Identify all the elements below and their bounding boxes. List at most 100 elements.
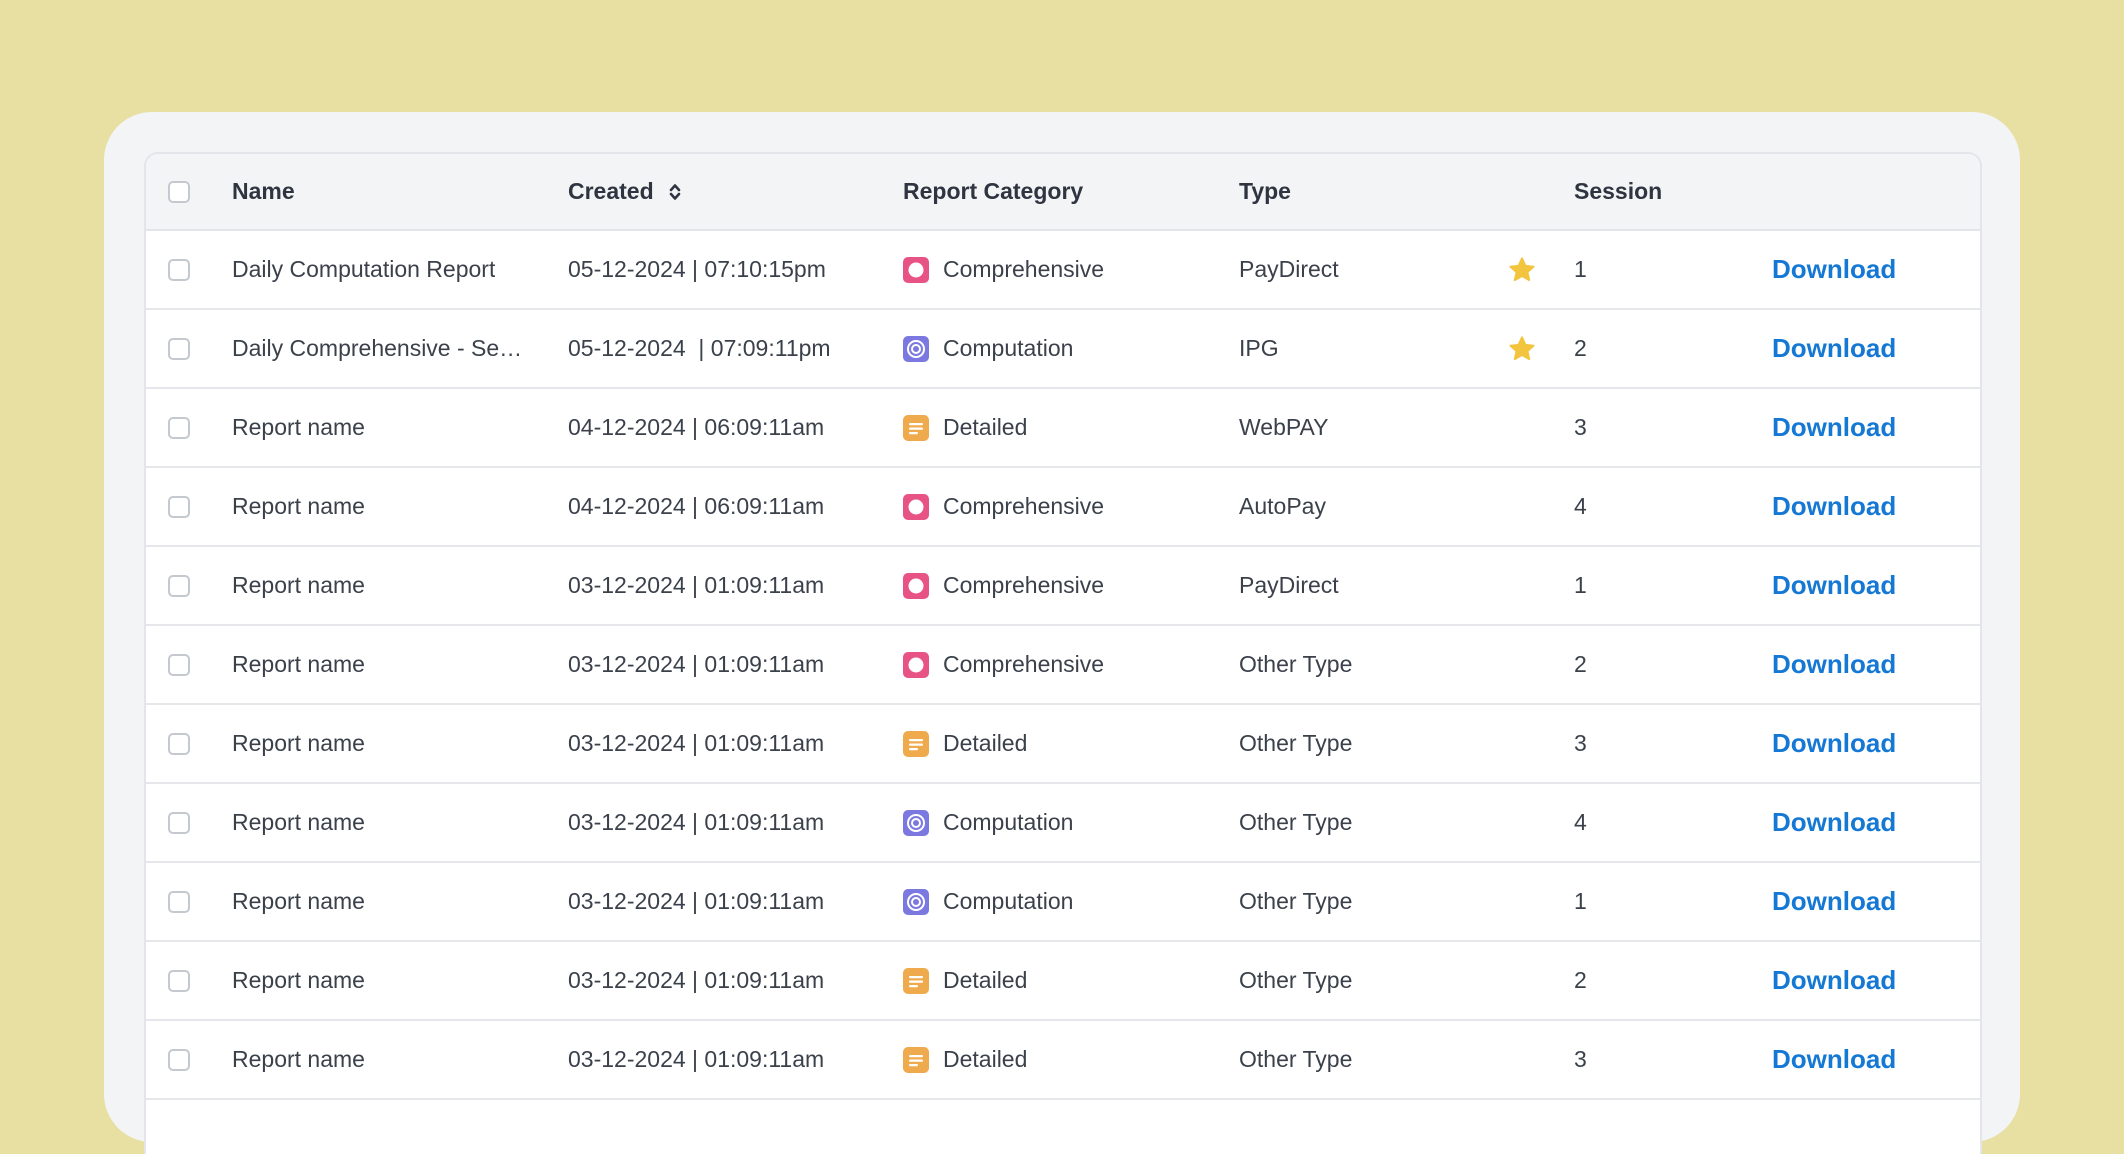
row-checkbox[interactable] (168, 258, 190, 281)
type-label: PayDirect (1239, 572, 1339, 598)
report-name: Daily Computation Report (232, 256, 496, 282)
column-header-name[interactable]: Name (232, 154, 532, 229)
type-cell: Other Type (1239, 626, 1499, 703)
download-link[interactable]: Download (1772, 886, 1896, 917)
download-link[interactable]: Download (1772, 254, 1896, 285)
action-cell: Download (1772, 389, 1952, 466)
action-cell: Download (1772, 784, 1952, 861)
category-cell: Comprehensive (903, 626, 1223, 703)
row-checkbox[interactable] (168, 337, 190, 360)
session-cell: 2 (1574, 942, 1694, 1019)
table-body: Daily Computation Report 05-12-2024 | 07:… (146, 231, 1980, 1100)
category-label: Comprehensive (943, 572, 1105, 598)
category-cell: Computation (903, 784, 1223, 861)
report-name-cell: Report name (232, 468, 532, 545)
reports-panel: Name Created Report Category Type Sessio… (104, 112, 2020, 1154)
category-label: Detailed (943, 414, 1028, 440)
created-cell: 03-12-2024 | 01:09:11am (568, 626, 888, 703)
download-link[interactable]: Download (1772, 965, 1896, 996)
action-cell: Download (1772, 310, 1952, 387)
row-checkbox[interactable] (168, 574, 190, 597)
download-link[interactable]: Download (1772, 570, 1896, 601)
table-row[interactable]: Report name 03-12-2024 | 01:09:11am Detail… (146, 1021, 1980, 1100)
category-cell: Detailed (903, 1021, 1223, 1098)
row-checkbox[interactable] (168, 811, 190, 834)
download-link[interactable]: Download (1772, 412, 1896, 443)
type-label: PayDirect (1239, 256, 1339, 282)
select-all-checkbox[interactable] (168, 180, 190, 203)
category-cell: Detailed (903, 389, 1223, 466)
download-link[interactable]: Download (1772, 1044, 1896, 1075)
session-number: 2 (1574, 335, 1587, 361)
table-row[interactable]: Report name 03-12-2024 | 01:09:11am Compre… (146, 626, 1980, 705)
created-cell: 04-12-2024 | 06:09:11am (568, 468, 888, 545)
table-row[interactable]: Daily Computation Report 05-12-2024 | 07:… (146, 231, 1980, 310)
star-icon[interactable] (1507, 255, 1537, 285)
table-row[interactable]: Report name 03-12-2024 | 01:09:11am Comput… (146, 863, 1980, 942)
created-date: 03-12-2024 | 01:09:11am (568, 888, 825, 914)
row-checkbox-cell (164, 231, 194, 308)
table-row[interactable]: Report name 04-12-2024 | 06:09:11am Detail… (146, 389, 1980, 468)
row-checkbox[interactable] (168, 890, 190, 913)
report-name: Report name (232, 967, 365, 993)
session-number: 2 (1574, 967, 1587, 993)
download-link[interactable]: Download (1772, 491, 1896, 522)
category-cell: Computation (903, 863, 1223, 940)
category-label: Computation (943, 335, 1074, 361)
category-cell: Comprehensive (903, 231, 1223, 308)
session-cell: 4 (1574, 784, 1694, 861)
table-row[interactable]: Report name 03-12-2024 | 01:09:11am Detail… (146, 705, 1980, 784)
session-number: 3 (1574, 414, 1587, 440)
reports-table: Name Created Report Category Type Sessio… (144, 152, 1982, 1154)
session-number: 3 (1574, 1046, 1587, 1072)
table-row[interactable]: Report name 04-12-2024 | 06:09:11am Compre… (146, 468, 1980, 547)
category-cell: Comprehensive (903, 547, 1223, 624)
created-cell: 03-12-2024 | 01:09:11am (568, 547, 888, 624)
row-checkbox[interactable] (168, 495, 190, 518)
type-cell: Other Type (1239, 942, 1499, 1019)
created-date: 03-12-2024 | 01:09:11am (568, 651, 825, 677)
category-cell: Detailed (903, 705, 1223, 782)
download-link[interactable]: Download (1772, 728, 1896, 759)
session-number: 2 (1574, 651, 1587, 677)
column-header-session: Session (1574, 154, 1694, 229)
row-checkbox[interactable] (168, 653, 190, 676)
star-cell (1502, 231, 1542, 308)
created-date: 03-12-2024 | 01:09:11am (568, 1046, 825, 1072)
type-label: Other Type (1239, 888, 1353, 914)
created-cell: 03-12-2024 | 01:09:11am (568, 942, 888, 1019)
category-cell: Computation (903, 310, 1223, 387)
created-date: 03-12-2024 | 01:09:11am (568, 730, 825, 756)
column-header-created[interactable]: Created (568, 154, 888, 229)
download-link[interactable]: Download (1772, 649, 1896, 680)
row-checkbox-cell (164, 863, 194, 940)
star-icon[interactable] (1507, 334, 1537, 364)
session-cell: 3 (1574, 1021, 1694, 1098)
sort-icon[interactable] (668, 181, 682, 203)
comprehensive-icon (903, 572, 929, 599)
download-link[interactable]: Download (1772, 807, 1896, 838)
row-checkbox[interactable] (168, 1048, 190, 1071)
category-label: Detailed (943, 1046, 1028, 1072)
type-cell: Other Type (1239, 1021, 1499, 1098)
session-number: 4 (1574, 809, 1587, 835)
comprehensive-icon (903, 493, 929, 520)
type-cell: AutoPay (1239, 468, 1499, 545)
table-row[interactable]: Daily Comprehensive - Session 2 05-12-202… (146, 310, 1980, 389)
table-row[interactable]: Report name 03-12-2024 | 01:09:11am Detail… (146, 942, 1980, 1021)
row-checkbox-cell (164, 547, 194, 624)
row-checkbox[interactable] (168, 732, 190, 755)
report-name-cell: Report name (232, 784, 532, 861)
table-row[interactable]: Report name 03-12-2024 | 01:09:11am Comput… (146, 784, 1980, 863)
download-link[interactable]: Download (1772, 333, 1896, 364)
table-row[interactable]: Report name 03-12-2024 | 01:09:11am Compre… (146, 547, 1980, 626)
column-header-session-label: Session (1574, 178, 1663, 204)
report-name-cell: Report name (232, 705, 532, 782)
created-cell: 05-12-2024 | 07:09:11pm (568, 310, 888, 387)
row-checkbox[interactable] (168, 969, 190, 992)
detailed-icon (903, 967, 929, 994)
row-checkbox[interactable] (168, 416, 190, 439)
category-label: Comprehensive (943, 493, 1105, 519)
computation-icon (903, 888, 929, 915)
select-all-cell (164, 154, 194, 229)
